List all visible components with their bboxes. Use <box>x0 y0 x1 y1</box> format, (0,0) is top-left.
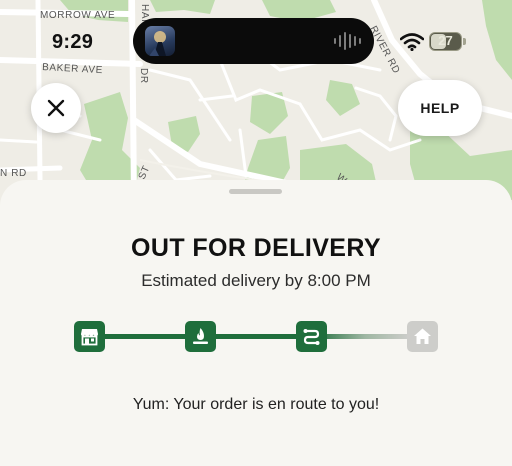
battery-nub <box>463 38 466 45</box>
step-store <box>74 321 105 352</box>
step-delivered <box>407 321 438 352</box>
street-label-dr: DR <box>138 68 149 84</box>
album-art-icon <box>145 26 175 56</box>
fire-icon <box>193 328 208 344</box>
order-status-sheet: OUT FOR DELIVERY Estimated delivery by 8… <box>0 180 512 466</box>
battery-level: 27 <box>438 33 453 48</box>
street-label-morrow: MORROW AVE <box>40 10 115 21</box>
street-label-nrd: N RD <box>0 168 27 179</box>
wifi-icon <box>400 33 424 51</box>
route-icon <box>303 329 320 345</box>
delivery-estimate: Estimated delivery by 8:00 PM <box>141 271 371 290</box>
waveform-icon <box>334 32 361 50</box>
order-message: Yum: Your order is en route to you! <box>132 396 380 413</box>
step-cooking <box>185 321 216 352</box>
step-en-route <box>296 321 327 352</box>
close-button[interactable] <box>31 83 81 133</box>
help-button[interactable]: HELP <box>398 80 482 136</box>
close-icon <box>47 99 65 117</box>
battery-icon: 27 <box>429 32 462 51</box>
home-icon <box>414 328 431 344</box>
order-status-title: OUT FOR DELIVERY <box>131 234 381 262</box>
sheet-grabber[interactable] <box>229 189 282 194</box>
store-icon <box>81 329 98 346</box>
status-time: 9:29 <box>52 31 94 53</box>
dynamic-island[interactable] <box>133 18 374 64</box>
